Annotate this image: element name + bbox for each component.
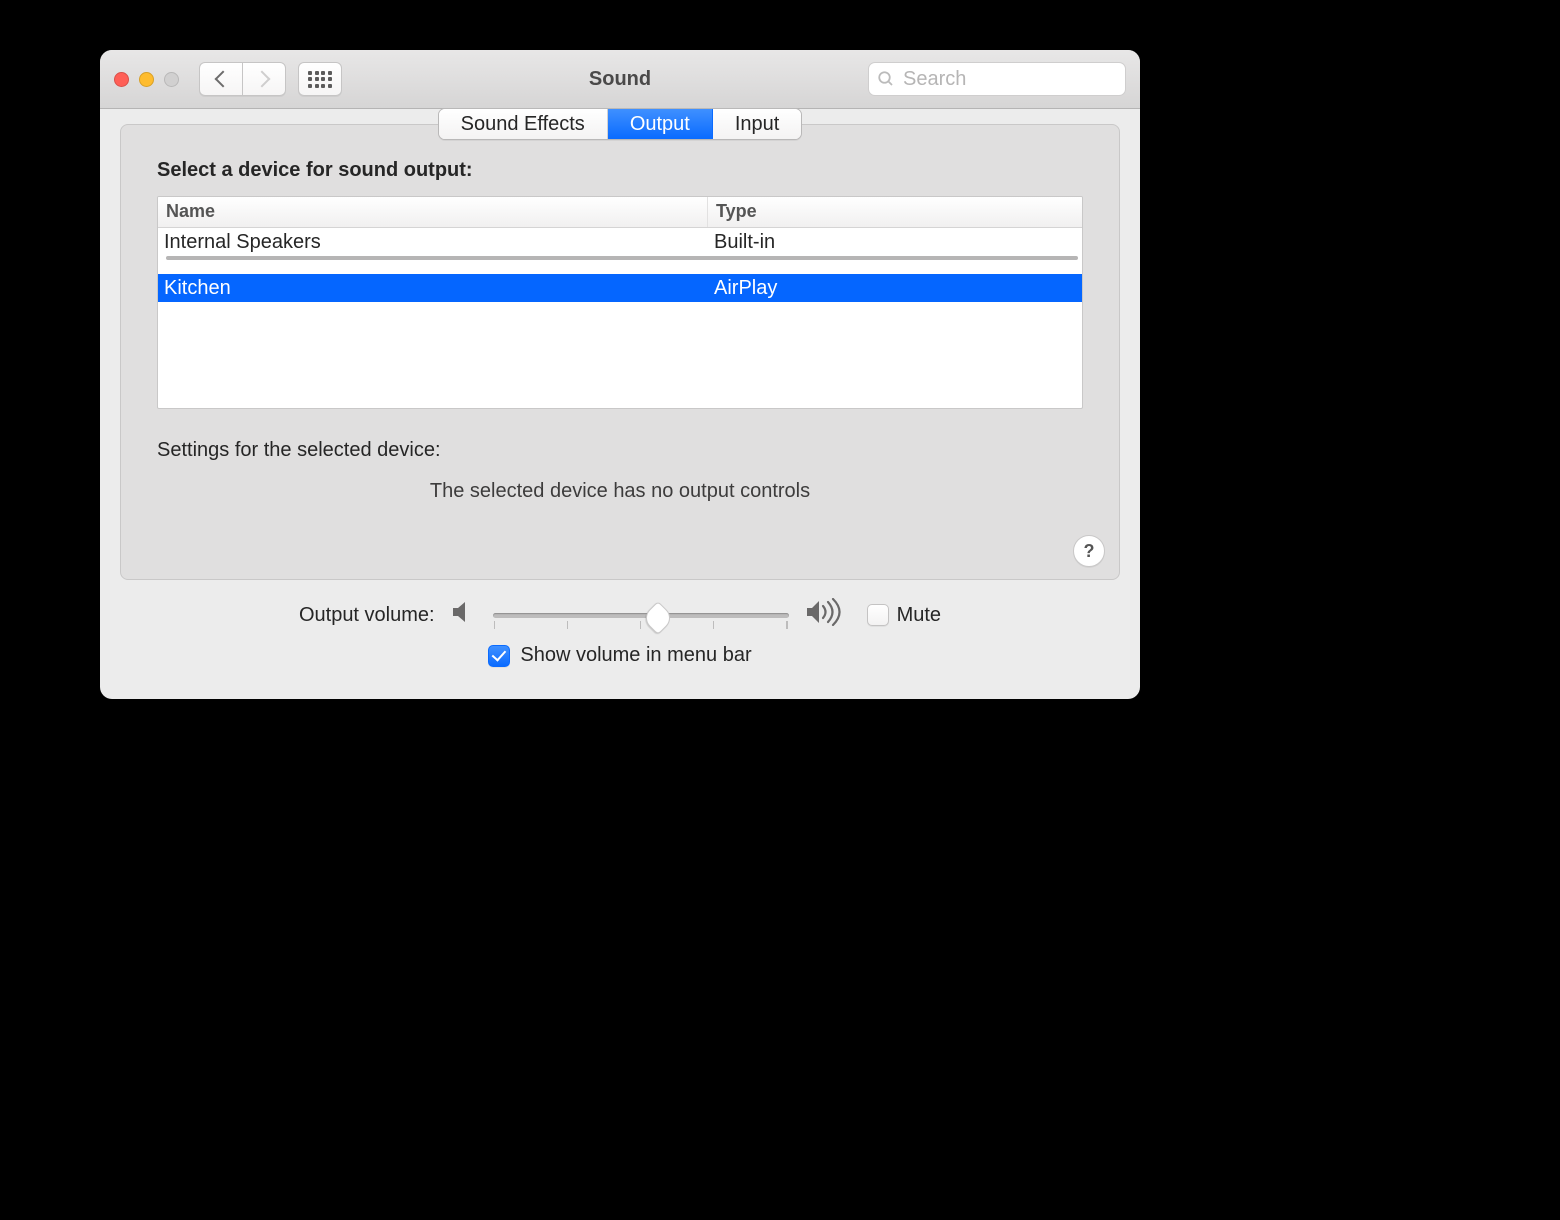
output-section-title: Select a device for sound output: — [157, 159, 1083, 182]
forward-button[interactable] — [242, 62, 286, 96]
search-input[interactable] — [901, 67, 1117, 92]
device-type: AirPlay — [708, 275, 1082, 302]
table-body: Internal Speakers Built-in Kitchen AirPl… — [158, 228, 1082, 408]
minimize-window-button[interactable] — [139, 72, 154, 87]
mute-checkbox[interactable] — [867, 604, 889, 626]
column-header-name[interactable]: Name — [158, 197, 708, 227]
back-button[interactable] — [199, 62, 242, 96]
close-window-button[interactable] — [114, 72, 129, 87]
grid-icon — [308, 71, 332, 88]
no-output-controls-text: The selected device has no output contro… — [157, 480, 1083, 503]
window-toolbar: Sound — [100, 50, 1140, 109]
nav-button-group — [199, 62, 286, 96]
show-all-button[interactable] — [298, 62, 342, 96]
device-name: Kitchen — [158, 275, 708, 302]
tab-output[interactable]: Output — [608, 109, 713, 139]
help-button[interactable]: ? — [1073, 535, 1105, 567]
footer: Output volume: — [120, 580, 1120, 679]
table-row[interactable]: Kitchen AirPlay — [158, 274, 1082, 302]
mute-label: Mute — [897, 604, 941, 627]
slider-knob[interactable] — [641, 601, 675, 635]
show-in-menubar-label: Show volume in menu bar — [520, 644, 751, 667]
help-icon: ? — [1084, 541, 1095, 562]
speaker-min-icon — [451, 600, 477, 630]
device-settings-label: Settings for the selected device: — [157, 439, 1083, 462]
output-volume-label: Output volume: — [299, 604, 435, 627]
output-device-table: Name Type Internal Speakers Built-in Kit… — [157, 196, 1083, 409]
window-body: Sound Effects Output Input Select a devi… — [100, 108, 1140, 699]
output-panel: Select a device for sound output: Name T… — [120, 124, 1120, 580]
speaker-max-icon — [805, 598, 845, 632]
search-icon — [877, 70, 895, 88]
chevron-right-icon — [254, 71, 271, 88]
sound-preferences-window: Sound Sound Effects Output Input Select … — [100, 50, 1140, 699]
mute-control: Mute — [867, 604, 941, 627]
show-in-menubar-row: Show volume in menu bar — [140, 644, 1100, 667]
device-name: Internal Speakers — [158, 229, 708, 256]
chevron-left-icon — [215, 71, 232, 88]
tab-bar: Sound Effects Output Input — [120, 108, 1120, 140]
tab-input[interactable]: Input — [713, 109, 801, 139]
slider-ticks — [493, 621, 789, 629]
slider-track — [493, 613, 789, 618]
show-in-menubar-checkbox[interactable] — [488, 645, 510, 667]
search-field[interactable] — [868, 62, 1126, 96]
output-volume-row: Output volume: — [140, 598, 1100, 632]
zoom-window-button[interactable] — [164, 72, 179, 87]
table-row[interactable]: Internal Speakers Built-in — [158, 228, 1082, 256]
column-header-type[interactable]: Type — [708, 197, 1082, 227]
window-controls — [114, 72, 179, 87]
output-volume-slider[interactable] — [493, 603, 789, 627]
table-header: Name Type — [158, 197, 1082, 228]
tab-sound-effects[interactable]: Sound Effects — [439, 109, 608, 139]
device-type: Built-in — [708, 229, 1082, 256]
